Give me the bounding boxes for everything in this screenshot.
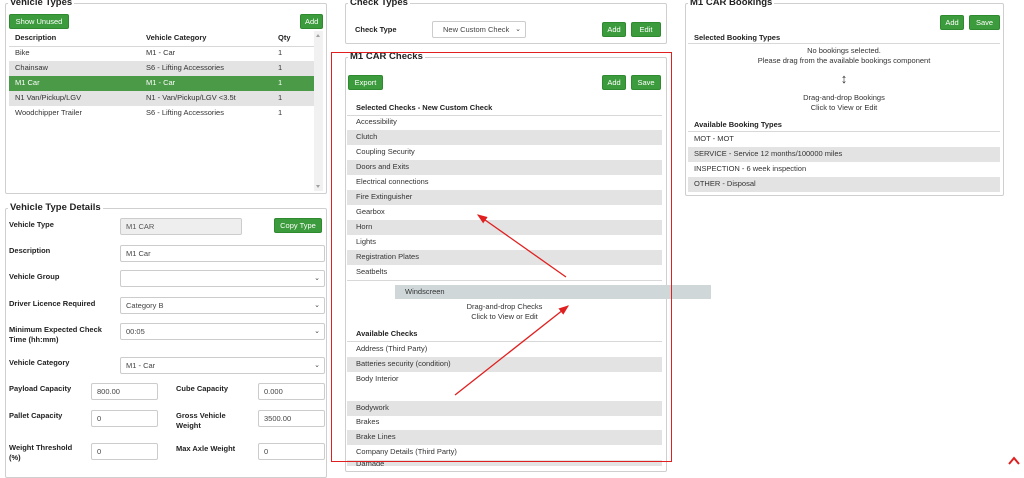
arrow-to-selected-list <box>476 214 567 278</box>
bookings-legend: M1 CAR Bookings <box>690 0 773 8</box>
scroll-to-top-icon[interactable] <box>1008 455 1020 465</box>
bookings-drag-hint: Drag-and-drop Bookings Click to View or … <box>688 93 1000 112</box>
selected-booking-types-header: Selected Booking Types <box>694 33 781 42</box>
save-bookings-button[interactable]: Save <box>969 15 1000 30</box>
list-item[interactable]: INSPECTION - 6 week inspection <box>688 162 1000 177</box>
no-bookings-message: No bookings selected. Please drag from t… <box>688 46 1000 65</box>
bookings-drag-hint-line1: Drag-and-drop Bookings <box>803 93 885 102</box>
list-item[interactable]: SERVICE - Service 12 months/100000 miles <box>688 147 1000 162</box>
list-item[interactable]: MOT - MOT <box>688 132 1000 147</box>
no-bookings-line2: Please drag from the available bookings … <box>757 55 931 65</box>
available-booking-types-header: Available Booking Types <box>694 120 782 129</box>
add-booking-button[interactable]: Add <box>940 15 964 30</box>
available-bookings-list: MOT - MOT SERVICE - Service 12 months/10… <box>688 132 1000 192</box>
drag-vertical-icon: ↕ <box>840 71 848 86</box>
arrow-to-drop-hint <box>454 305 570 396</box>
bookings-header-divider <box>688 43 1000 44</box>
no-bookings-line1: No bookings selected. <box>807 46 881 55</box>
list-item[interactable]: OTHER - Disposal <box>688 177 1000 192</box>
bookings-drag-hint-line2: Click to View or Edit <box>810 102 878 112</box>
